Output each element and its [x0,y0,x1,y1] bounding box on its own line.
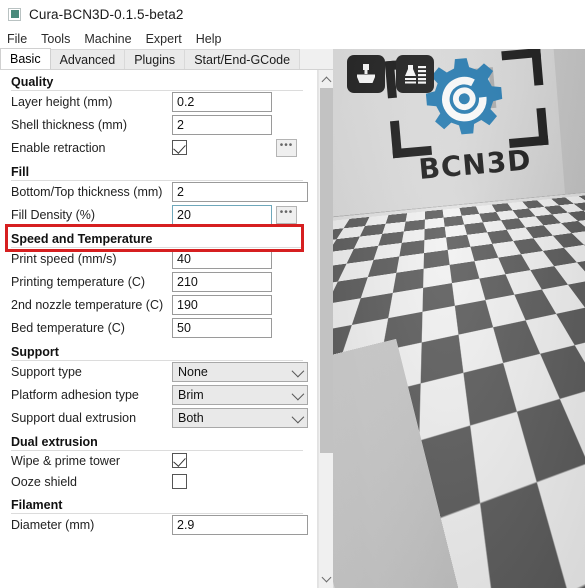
setting-label: Fill Density (%) [11,208,96,222]
menu-item-help[interactable]: Help [196,32,231,46]
menu-item-tools[interactable]: Tools [41,32,79,46]
setting-row-shell-thickness: Shell thickness (mm) [0,114,317,137]
setting-label: Layer height (mm) [11,95,113,109]
setting-row-bottom-top-thickness: Bottom/Top thickness (mm) [0,181,317,204]
diameter-input[interactable] [172,515,308,535]
menu-item-expert[interactable]: Expert [146,32,191,46]
group-title: Dual extrusion [11,435,104,449]
print-profile-icon[interactable] [396,55,434,93]
support-dual-extrusion-value: Both [178,411,204,425]
setting-row-second-nozzle-temperature: 2nd nozzle temperature (C) [0,294,317,317]
setting-row-fill-density: Fill Density (%) ••• [0,204,317,227]
scrollbar-thumb[interactable] [320,88,333,453]
ooze-shield-checkbox[interactable] [172,474,187,489]
chevron-down-icon [291,410,305,424]
setting-label: Wipe & prime tower [11,454,121,468]
group-title: Speed and Temperature [11,232,159,246]
scroll-up-button[interactable] [319,72,334,87]
setting-label: Support dual extrusion [11,411,137,425]
setting-label: Platform adhesion type [11,388,139,402]
cura-application-window: Cura-BCN3D-0.1.5-beta2 File Tools Machin… [0,0,585,588]
support-type-value: None [178,365,208,379]
setting-label: Bottom/Top thickness (mm) [11,185,163,199]
print-profile-glyph [405,65,426,84]
setting-row-layer-height: Layer height (mm) [0,91,317,114]
settings-scrollbar[interactable] [318,70,334,588]
setting-row-platform-adhesion-type: Platform adhesion type Brim [0,384,317,407]
setting-label: Ooze shield [11,475,78,489]
tab-advanced[interactable]: Advanced [49,49,126,69]
enable-retraction-checkbox[interactable] [172,140,187,155]
second-nozzle-temperature-input[interactable] [172,295,272,315]
platform-adhesion-type-select[interactable]: Brim [172,385,308,405]
chevron-down-icon [291,364,305,378]
fill-density-more-button[interactable]: ••• [276,206,297,224]
load-model-glyph [357,64,375,83]
setting-label: 2nd nozzle temperature (C) [11,298,164,312]
setting-row-ooze-shield: Ooze shield [0,472,317,493]
menu-item-machine[interactable]: Machine [84,32,140,46]
setting-label: Diameter (mm) [11,518,95,532]
support-type-select[interactable]: None [172,362,308,382]
title-bar: Cura-BCN3D-0.1.5-beta2 [0,0,585,28]
tab-strip: Basic Advanced Plugins Start/End-GCode [0,48,333,70]
wipe-prime-tower-checkbox[interactable] [172,453,187,468]
setting-row-bed-temperature: Bed temperature (C) [0,317,317,340]
scroll-down-button[interactable] [319,571,334,586]
3d-viewport[interactable]: BCN3D [333,49,585,588]
group-header-support: Support [0,344,317,361]
bed-temperature-input[interactable] [172,318,272,338]
setting-row-printing-temperature: Printing temperature (C) [0,271,317,294]
layer-height-input[interactable] [172,92,272,112]
app-icon [8,7,21,21]
setting-label: Bed temperature (C) [11,321,125,335]
setting-label: Shell thickness (mm) [11,118,127,132]
settings-panel: Quality Layer height (mm) Shell thicknes… [0,70,318,588]
enable-retraction-more-button[interactable]: ••• [276,139,297,157]
window-title: Cura-BCN3D-0.1.5-beta2 [29,6,184,22]
printing-temperature-input[interactable] [172,272,272,292]
group-header-speed-temperature: Speed and Temperature [0,231,317,248]
setting-label: Support type [11,365,82,379]
group-title: Fill [11,165,36,179]
group-header-filament: Filament [0,497,317,514]
tab-basic[interactable]: Basic [0,48,51,69]
setting-row-print-speed: Print speed (mm/s) [0,248,317,271]
menu-bar: File Tools Machine Expert Help [0,28,585,49]
tab-start-end-gcode[interactable]: Start/End-GCode [184,49,301,69]
print-speed-input[interactable] [172,249,272,269]
load-model-icon[interactable] [347,55,385,93]
setting-row-wipe-prime-tower: Wipe & prime tower [0,451,317,472]
chevron-down-icon [291,387,305,401]
group-header-quality: Quality [0,74,317,91]
group-title: Filament [11,498,69,512]
group-title: Support [11,345,65,359]
setting-label: Print speed (mm/s) [11,252,117,266]
group-header-fill: Fill [0,164,317,181]
bottom-top-thickness-input[interactable] [172,182,308,202]
shell-thickness-input[interactable] [172,115,272,135]
tab-plugins[interactable]: Plugins [124,49,186,69]
group-header-dual-extrusion: Dual extrusion [0,434,317,451]
setting-label: Enable retraction [11,141,106,155]
fill-density-input[interactable] [172,205,272,225]
support-dual-extrusion-select[interactable]: Both [172,408,308,428]
setting-row-support-dual-extrusion: Support dual extrusion Both [0,407,317,430]
setting-row-enable-retraction: Enable retraction ••• [0,137,317,160]
group-title: Quality [11,75,60,89]
setting-label: Printing temperature (C) [11,275,146,289]
setting-row-diameter: Diameter (mm) [0,514,317,537]
setting-row-support-type: Support type None [0,361,317,384]
menu-item-file[interactable]: File [7,32,36,46]
platform-adhesion-type-value: Brim [178,388,204,402]
